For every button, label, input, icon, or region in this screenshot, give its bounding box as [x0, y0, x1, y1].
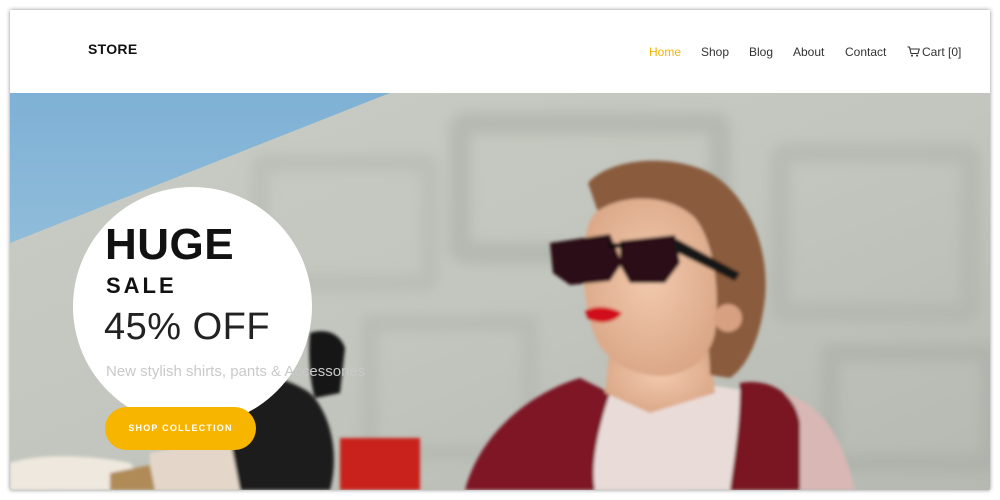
- hero-discount: 45% OFF: [104, 306, 271, 348]
- nav-about-link[interactable]: About: [793, 45, 824, 59]
- hero-tagline: New stylish shirts, pants & Accessories: [106, 363, 366, 380]
- nav-contact-link[interactable]: Contact: [845, 45, 886, 59]
- hero-headline: HUGE: [105, 220, 235, 269]
- nav-shop-link[interactable]: Shop: [701, 45, 729, 59]
- nav-blog-link[interactable]: Blog: [749, 45, 773, 59]
- top-navbar: STORE Home Shop Blog About Contact Cart …: [10, 10, 990, 93]
- hero-subheading: SALE: [106, 273, 177, 298]
- shop-collection-button[interactable]: SHOP COLLECTION: [105, 407, 256, 450]
- cart-icon: [907, 46, 920, 57]
- hero-banner: HUGE SALE 45% OFF New stylish shirts, pa…: [10, 93, 990, 490]
- nav-cart-link[interactable]: Cart [0]: [907, 45, 961, 59]
- brand-logo[interactable]: STORE: [88, 41, 137, 57]
- cart-label: Cart [0]: [922, 45, 962, 59]
- nav-home-link[interactable]: Home: [649, 45, 681, 59]
- page-frame: STORE Home Shop Blog About Contact Cart …: [10, 10, 990, 490]
